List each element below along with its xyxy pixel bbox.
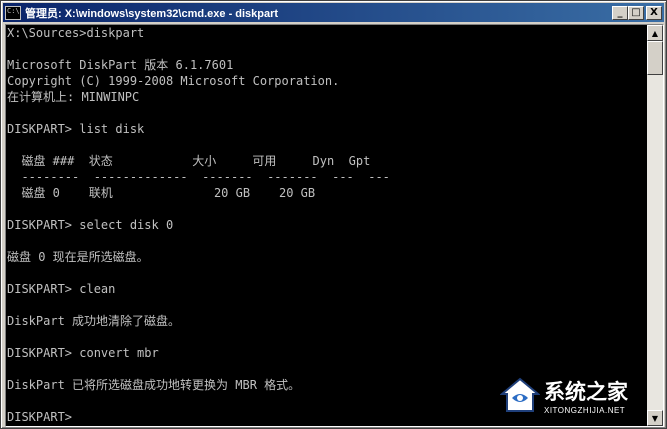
watermark: 系统之家 XITONGZHIJIA.NET [500, 374, 658, 422]
window-title: 管理员: X:\windows\system32\cmd.exe - diskp… [25, 7, 279, 20]
console-line: 在计算机上: MINWINPC [7, 90, 140, 104]
scroll-thumb[interactable] [647, 41, 663, 75]
cmd-app-icon[interactable]: C:\ [5, 5, 21, 20]
console-line: Microsoft DiskPart 版本 6.1.7601 [7, 58, 234, 72]
console-line: DISKPART> clean [7, 282, 116, 296]
console-line: 磁盘 0 现在是所选磁盘。 [7, 250, 149, 264]
maximize-button[interactable]: □ [628, 5, 644, 20]
title-buttons: _ □ X [612, 5, 662, 20]
console-line: DISKPART> convert mbr [7, 346, 159, 360]
console-line: X:\Sources>diskpart [7, 26, 145, 40]
console-line: 磁盘 0 联机 20 GB 20 GB [7, 186, 316, 200]
console-line: DiskPart 成功地清除了磁盘。 [7, 314, 181, 328]
console-line: -------- ------------- ------- ------- -… [7, 170, 390, 184]
console-output[interactable]: X:\Sources>diskpart Microsoft DiskPart 版本… [6, 25, 648, 426]
console-line: DISKPART> list disk [7, 122, 145, 136]
minimize-button[interactable]: _ [612, 5, 628, 20]
house-logo-icon [500, 377, 540, 412]
scroll-up-button[interactable]: ▲ [647, 25, 663, 41]
watermark-title: 系统之家 [544, 380, 628, 404]
watermark-subtitle: XITONGZHIJIA.NET [544, 406, 626, 415]
title-bar[interactable]: C:\ 管理员: X:\windows\system32\cmd.exe - d… [3, 3, 664, 22]
cmd-window: C:\ 管理员: X:\windows\system32\cmd.exe - d… [0, 0, 667, 429]
close-button[interactable]: X [646, 5, 662, 20]
console-line: Copyright (C) 1999-2008 Microsoft Corpor… [7, 74, 340, 88]
console-line: DISKPART> select disk 0 [7, 218, 174, 232]
app-icon-text: C:\ [7, 6, 20, 15]
vertical-scrollbar[interactable]: ▲ ▼ [647, 25, 663, 426]
console-line: 磁盘 ### 状态 大小 可用 Dyn Gpt [7, 154, 371, 168]
console-frame: X:\Sources>diskpart Microsoft DiskPart 版本… [5, 24, 664, 427]
